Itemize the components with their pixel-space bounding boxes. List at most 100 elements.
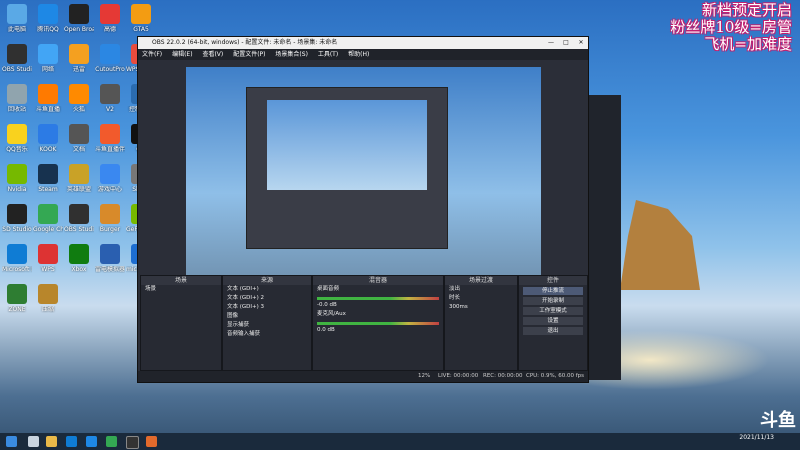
desktop-icon-label: SD Studio <box>2 226 32 233</box>
desktop-icon[interactable]: QQ音乐 <box>2 124 32 153</box>
menu-tools[interactable]: 工具(T) <box>318 51 338 58</box>
menu-profile[interactable]: 配置文件(P) <box>233 51 265 58</box>
transition-type[interactable]: 淡出 <box>445 285 517 294</box>
desktop-icon[interactable]: OBS Studio <box>2 44 32 73</box>
desktop-icon[interactable]: 斗鱼直播 <box>33 84 63 113</box>
app-icon <box>7 204 27 224</box>
desktop-icon-label: 回收站 <box>7 106 26 113</box>
desktop-icon[interactable]: Open Broadcaster <box>64 4 94 33</box>
sources-title: 来源 <box>223 276 311 285</box>
obs-preview[interactable] <box>186 67 541 297</box>
desktop-icon[interactable]: 文档 <box>64 124 94 153</box>
menu-file[interactable]: 文件(F) <box>142 51 162 58</box>
source-item[interactable]: 文本 (GDI+) <box>223 285 311 294</box>
desktop-icon[interactable]: 英雄联盟 <box>64 164 94 193</box>
desktop-icon[interactable]: V2 <box>95 84 125 113</box>
desktop-icon[interactable]: 火狐 <box>64 84 94 113</box>
app-icon <box>7 284 27 304</box>
studio-mode-button[interactable]: 工作室模式 <box>523 307 583 315</box>
close-icon[interactable]: ✕ <box>574 37 588 49</box>
desktop-icon[interactable]: 网络 <box>33 44 63 73</box>
desktop-icon-label: Burger <box>99 226 121 233</box>
obs-taskbar-icon[interactable] <box>126 436 139 449</box>
menu-help[interactable]: 帮助(H) <box>348 51 369 58</box>
desktop-icon-label: 迅雷 <box>72 66 85 73</box>
desktop-icon[interactable]: 迅雷 <box>64 44 94 73</box>
desktop-icon[interactable]: Xbox <box>64 244 94 273</box>
app-icon <box>100 4 120 24</box>
obs-title: OBS 22.0.2 (64-bit, windows) - 配置文件: 未命名… <box>152 39 338 46</box>
desktop-icon-label: Google Chrome <box>33 226 63 233</box>
chrome-icon[interactable] <box>106 436 117 447</box>
app-icon <box>131 4 151 24</box>
desktop-icon[interactable]: Nvidia <box>2 164 32 193</box>
settings-button[interactable]: 设置 <box>523 317 583 325</box>
desktop-icon-label: 雷电模拟器 <box>95 266 125 273</box>
start-recording-button[interactable]: 开始录制 <box>523 297 583 305</box>
app-icon <box>100 124 120 144</box>
douyu-taskbar-icon[interactable] <box>146 436 157 447</box>
source-item[interactable]: 文本 (GDI+) 2 <box>223 294 311 303</box>
mixer-track-name: 桌面音频 <box>317 286 340 292</box>
sources-dock: 来源 文本 (GDI+) 文本 (GDI+) 2 文本 (GDI+) 3 图像 … <box>222 275 312 371</box>
desktop-icon[interactable]: 游戏中心 <box>95 164 125 193</box>
dropped-frames: 12% <box>418 373 431 379</box>
desktop-icon-label: 斗鱼直播 <box>35 106 60 113</box>
start-icon[interactable] <box>6 436 17 447</box>
desktop-icon[interactable]: WPS <box>33 244 63 273</box>
desktop-icon-label: QQ音乐 <box>6 146 28 153</box>
exit-button[interactable]: 退出 <box>523 327 583 335</box>
mixer-track-db: 0.0 dB <box>317 327 335 333</box>
source-item[interactable]: 文本 (GDI+) 3 <box>223 303 311 312</box>
live-timer: LIVE: 00:00:00 <box>438 373 479 379</box>
controls-dock: 控件 停止推流 开始录制 工作室模式 设置 退出 <box>518 275 588 371</box>
desktop-icon[interactable]: Microsoft Edge <box>2 244 32 273</box>
app-icon <box>69 244 89 264</box>
duration-field[interactable]: 300ms <box>445 303 517 312</box>
desktop-icon[interactable]: KOOK <box>33 124 63 153</box>
desktop-icon[interactable]: 高德 <box>95 4 125 33</box>
desktop-icon-label: 游戏中心 <box>97 186 122 193</box>
desktop-icon[interactable]: Burger <box>95 204 125 233</box>
desktop-icon-label: 高德 <box>103 26 116 33</box>
desktop-icon[interactable]: 压缩 <box>33 284 63 313</box>
search-icon[interactable] <box>28 436 39 447</box>
desktop-icon[interactable]: SD Studio <box>2 204 32 233</box>
source-item[interactable]: 显示捕获 <box>223 321 311 330</box>
menu-edit[interactable]: 编辑(E) <box>172 51 192 58</box>
folder-icon[interactable] <box>46 436 57 447</box>
desktop-icon[interactable]: 斗鱼直播伴侣 <box>95 124 125 153</box>
desktop-icon[interactable]: Steam <box>33 164 63 193</box>
menu-view[interactable]: 查看(V) <box>202 51 223 58</box>
desktop-icon-label: Microsoft Edge <box>2 266 32 273</box>
obs-window[interactable]: OBS 22.0.2 (64-bit, windows) - 配置文件: 未命名… <box>137 36 589 383</box>
desktop-icon[interactable]: OBS Studio <box>64 204 94 233</box>
overlay-line: 飞机=加难度 <box>704 35 792 53</box>
desktop-icon[interactable]: 回收站 <box>2 84 32 113</box>
douyu-watermark: 斗鱼 <box>760 410 796 431</box>
desktop-icon[interactable]: ZONE <box>2 284 32 313</box>
minimize-icon[interactable]: — <box>544 37 558 49</box>
obs-menubar: 文件(F) 编辑(E) 查看(V) 配置文件(P) 场景集合(S) 工具(T) … <box>138 49 588 60</box>
app-icon <box>38 164 58 184</box>
stop-streaming-button[interactable]: 停止推流 <box>523 287 583 295</box>
desktop-icon[interactable]: 此电脑 <box>2 4 32 33</box>
desktop-icon[interactable]: Google Chrome <box>33 204 63 233</box>
edge-icon[interactable] <box>66 436 77 447</box>
mixer-title: 混音器 <box>313 276 443 285</box>
desktop-icon[interactable]: CutoutPro <box>95 44 125 73</box>
scene-item[interactable]: 场景 <box>141 285 221 294</box>
maximize-icon[interactable]: □ <box>559 37 573 49</box>
desktop-icon[interactable]: 雷电模拟器 <box>95 244 125 273</box>
desktop-icon[interactable]: 腾讯QQ <box>33 4 63 33</box>
desktop-icon-label: KOOK <box>39 146 57 153</box>
system-clock[interactable]: 2021/11/13 <box>739 434 774 441</box>
audio-meter <box>317 322 439 325</box>
desktop-icon[interactable]: GTA5 <box>126 4 156 33</box>
source-item[interactable]: 图像 <box>223 312 311 321</box>
obs-titlebar[interactable]: OBS 22.0.2 (64-bit, windows) - 配置文件: 未命名… <box>138 37 588 49</box>
source-item[interactable]: 音频输入捕获 <box>223 330 311 339</box>
app-icon <box>69 204 89 224</box>
menu-scene-collection[interactable]: 场景集合(S) <box>275 51 308 58</box>
qq-icon[interactable] <box>86 436 97 447</box>
